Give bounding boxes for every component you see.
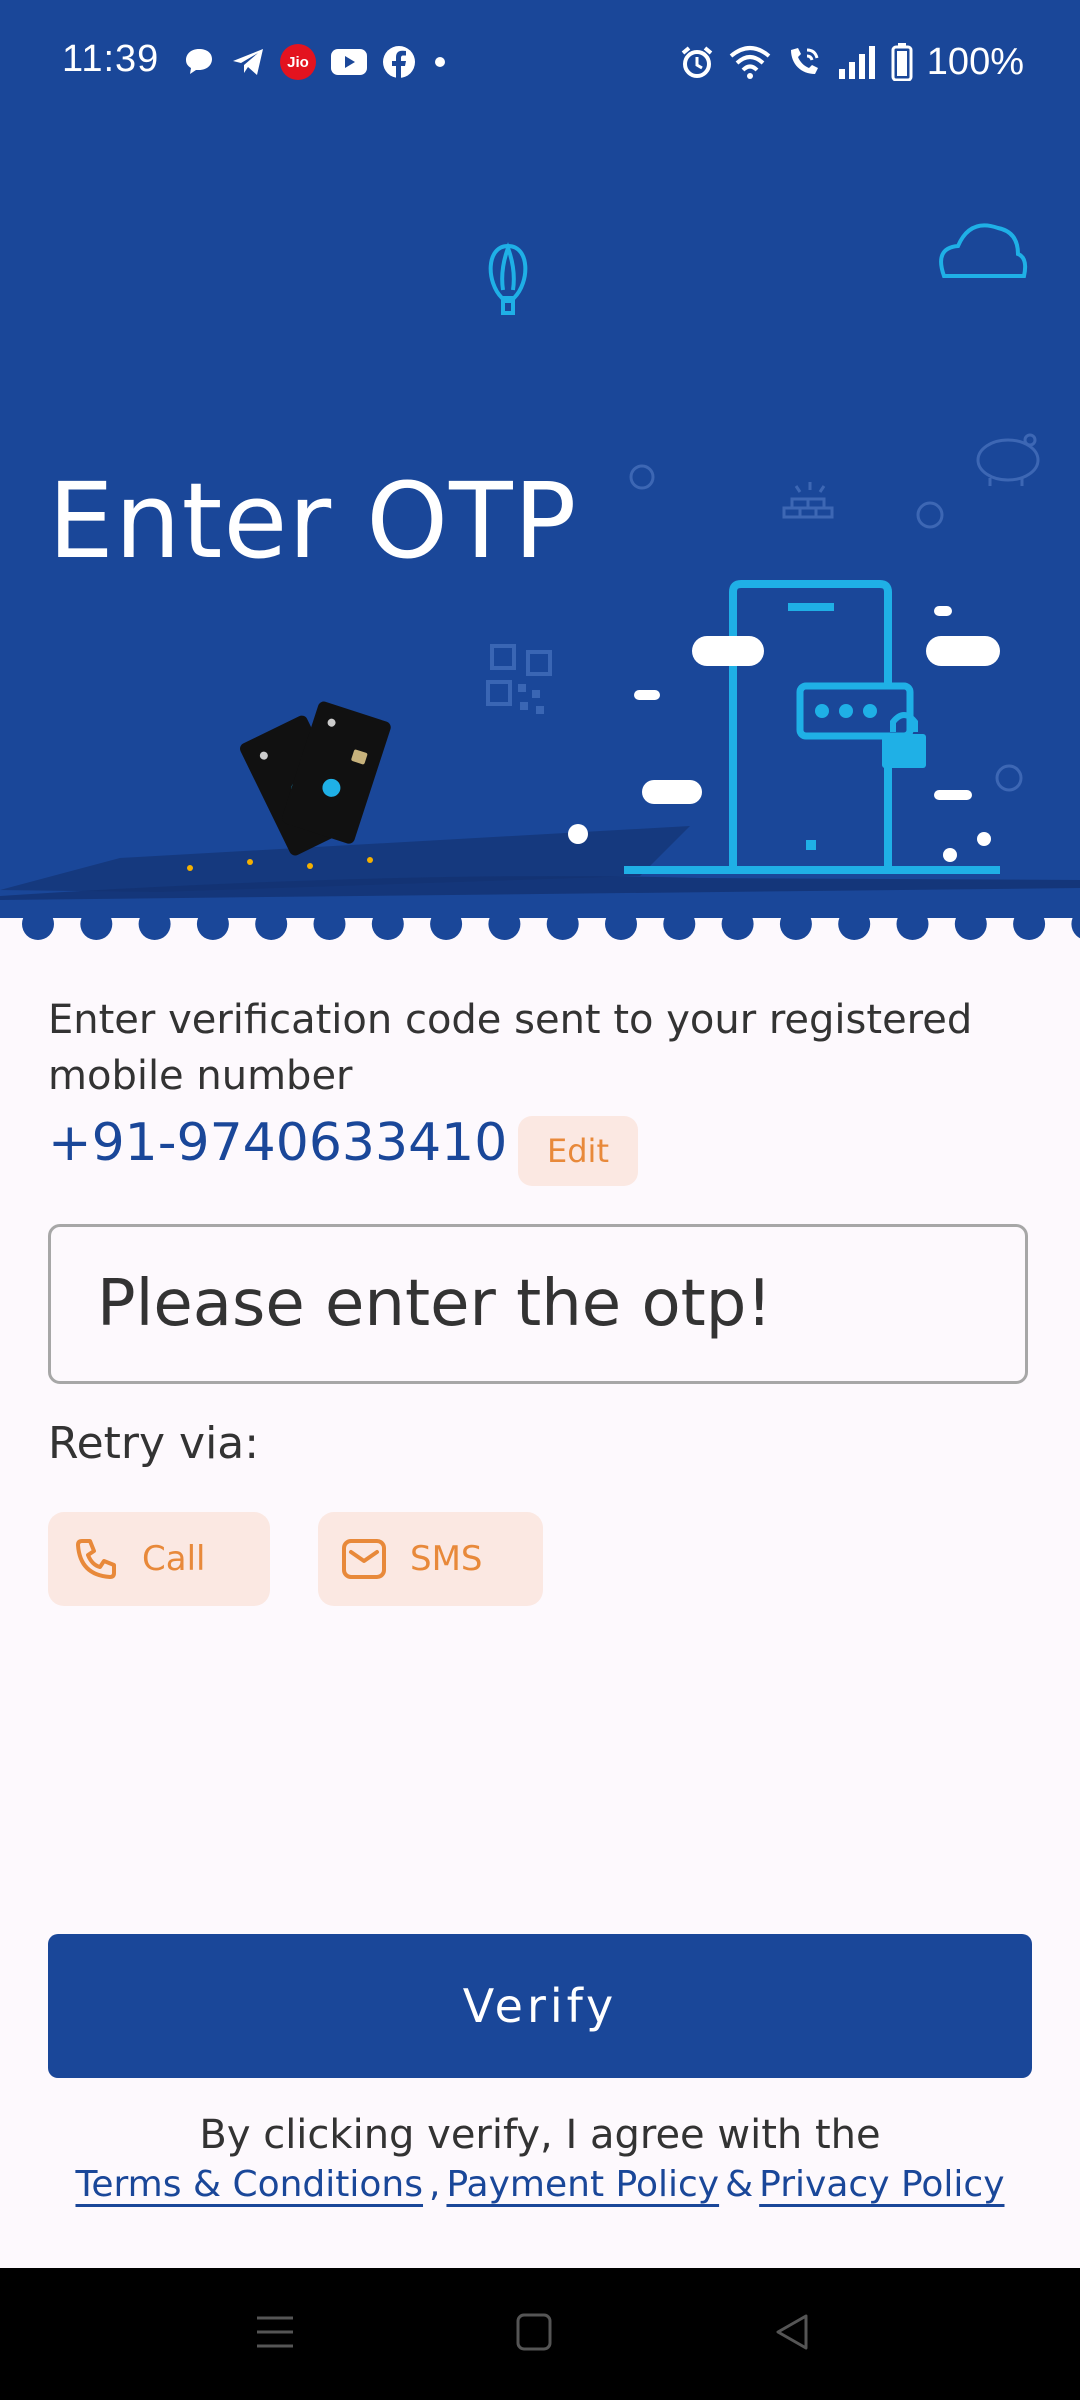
menu-icon[interactable] [255,2312,295,2352]
mail-icon [342,1539,386,1579]
retry-sms-label: SMS [410,1539,483,1579]
privacy-policy-link[interactable]: Privacy Policy [759,2164,1004,2205]
phone-number: +91-9740633410 [48,1113,508,1173]
verify-button[interactable]: Verify [48,1934,1032,2078]
back-icon[interactable] [772,2312,812,2352]
policy-links: Terms & Conditions, Payment Policy & Privac… [0,2164,1080,2205]
hero-banner: 11:39 Jio 100% Enter OTP [0,0,1080,930]
coins-icon [782,482,834,519]
comma-separator: , [429,2164,441,2205]
terms-link[interactable]: Terms & Conditions [75,2164,423,2205]
navigation-bar [0,2268,1080,2400]
payment-policy-link[interactable]: Payment Policy [446,2164,719,2205]
balloon-icon [488,242,528,315]
otp-input[interactable] [51,1227,1025,1381]
ring-decor [995,764,1023,792]
phone-icon [76,1539,116,1579]
ring-decor [629,464,655,490]
page-title: Enter OTP [48,460,578,582]
ring-decor [916,501,944,529]
edit-button[interactable]: Edit [518,1116,638,1186]
instruction-text: Enter verification code sent to your reg… [48,997,973,1099]
retry-call-label: Call [142,1539,206,1579]
agreement-text: By clicking verify, I agree with the [199,2112,881,2158]
retry-call-button[interactable]: Call [48,1512,270,1606]
retry-sms-button[interactable]: SMS [318,1512,543,1606]
scallop-edge [0,918,1080,948]
otp-field[interactable] [48,1224,1028,1384]
retry-label: Retry via: [48,1418,260,1469]
piggy-bank-icon [976,433,1040,486]
home-icon[interactable] [515,2312,553,2352]
cloud-icon [939,223,1028,278]
qr-code-icon [486,644,552,714]
ampersand-separator: & [725,2164,754,2205]
